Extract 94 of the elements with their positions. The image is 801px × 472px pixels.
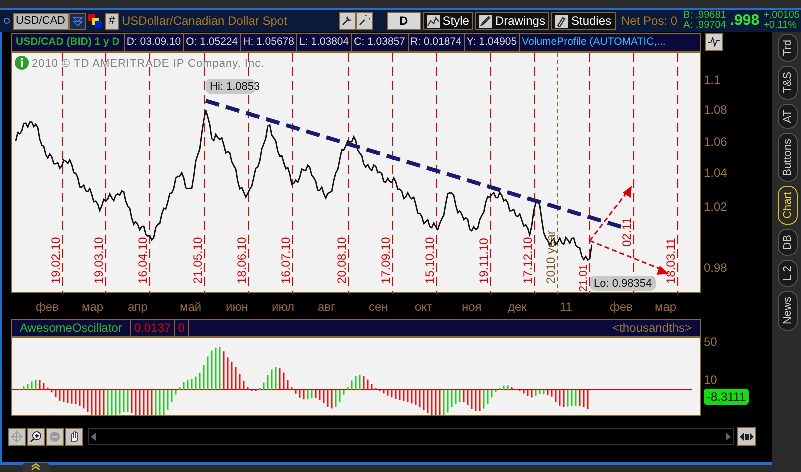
price-axis-label: 1.02 (704, 200, 728, 214)
chevron-up-icon (31, 463, 41, 471)
chart-settings-icon[interactable] (705, 33, 723, 51)
month-label: ноя (462, 299, 482, 316)
wrench-icon[interactable] (338, 12, 356, 30)
scroll-right-icon (726, 432, 731, 440)
oscillator-value-badge: -8.3111 (704, 389, 749, 405)
quote-field: O: 1.05224 (184, 34, 242, 51)
date-marker-label: 15.10.10 (423, 237, 437, 284)
net-position: Net Pos: 0 (622, 13, 678, 30)
month-label: мар (655, 299, 677, 316)
symbol-link-button[interactable]: # (105, 12, 119, 30)
chart-title: USD/CAD (BID) 1 y D (12, 34, 125, 51)
toolbar-button[interactable]: Style (422, 12, 474, 30)
symbol-field[interactable]: USD/CAD (13, 12, 69, 30)
study-value: 0 (175, 320, 189, 336)
date-marker-label: 19.11.10 (477, 238, 491, 284)
date-marker-label: 18.06.10 (235, 237, 249, 284)
date-marker-label: 19.02.10 (49, 237, 63, 284)
quote-field: R: 0.01874 (408, 34, 465, 51)
date-marker-label: 17.12.10 (521, 237, 535, 284)
units-label: <thousandths> (612, 320, 693, 336)
expand-icon[interactable] (737, 427, 756, 446)
collapse-tab[interactable] (22, 463, 50, 472)
info-icon (15, 56, 29, 70)
date-marker-label: 16.04.10 (136, 237, 150, 284)
symbol-description: USDollar/Canadian Dollar Spot (122, 13, 288, 30)
toolbar-tool-icon (426, 14, 440, 28)
quote-field: D: 03.09.10 (124, 34, 184, 51)
pan-hand-icon[interactable] (65, 428, 83, 446)
high-price-label: Hi: 1.0853 (206, 79, 260, 94)
toolbar-button[interactable]: Studies (551, 12, 616, 30)
date-marker-label: 20.08.10 (335, 237, 349, 284)
date-marker-label: 21.01 (578, 264, 590, 292)
date-marker-label: 21.05.10 (191, 237, 205, 284)
month-label: май (180, 299, 202, 316)
toolbar-tool-icon (479, 14, 492, 28)
last-price: .998 (730, 10, 760, 31)
month-label: фев (36, 299, 59, 316)
price-axis-label: 1.06 (704, 135, 728, 149)
side-tab[interactable]: T&S (778, 66, 798, 100)
ask-price: A: .99704 (684, 21, 726, 31)
toolbar-tool-icon (555, 14, 568, 28)
side-tab[interactable]: DB (778, 228, 798, 256)
date-marker-label: 16.07.10 (279, 237, 293, 284)
price-axis-label: 1.04 (704, 166, 728, 180)
price-axis-label: 1.1 (704, 73, 721, 87)
date-marker-label: 02.11 (620, 218, 634, 247)
caret-icon (72, 16, 82, 26)
zoom-in-icon[interactable] (27, 428, 45, 446)
quote-field: L: 1.03804 (297, 34, 352, 51)
crosshair-icon[interactable] (8, 428, 26, 446)
month-label: мар (82, 299, 104, 316)
side-tab[interactable]: Trd (778, 34, 798, 62)
month-label: сен (369, 299, 388, 316)
zoom-out-icon[interactable] (46, 428, 64, 446)
quote-field: C: 1.03857 (352, 34, 408, 51)
oscillator-axis-label: 10 (704, 373, 718, 387)
symbol-dropdown-button[interactable] (69, 12, 86, 30)
year-marker-label: 2010 year (544, 230, 558, 284)
side-tab[interactable]: Buttons (778, 132, 798, 182)
month-label: 11 (560, 299, 572, 316)
copyright-notice: 2010 © TD AMERITRADE IP Company, Inc. (32, 57, 265, 72)
price-change: +.00105 (764, 11, 800, 21)
percent-change: +0.11% (764, 21, 798, 31)
period-button[interactable]: D (386, 12, 421, 30)
month-label: дек (508, 299, 527, 316)
study-name: AwesomeOscillator (12, 320, 132, 336)
month-label: фев (610, 299, 633, 316)
month-label: окт (415, 299, 433, 316)
date-marker-label: 18.03.11 (664, 238, 678, 284)
month-label: авг (318, 299, 336, 316)
side-tab[interactable]: AT (778, 104, 798, 129)
quote-field: H: 1.05678 (241, 34, 298, 51)
color-squares-icon[interactable] (88, 14, 102, 28)
scroll-left-icon (91, 432, 96, 440)
month-label: июл (272, 299, 294, 316)
price-axis-label: 1.08 (704, 103, 728, 117)
side-tab[interactable]: L 2 (778, 260, 798, 288)
low-price-label: Lo: 0.98354 (590, 276, 656, 291)
month-label: апр (128, 299, 148, 316)
side-tab[interactable]: Chart (778, 186, 798, 225)
study-label: VolumeProfile (AUTOMATIC,... (521, 35, 667, 50)
horizontal-scrollbar[interactable] (88, 428, 734, 445)
toolbar-button[interactable]: Drawings (475, 12, 550, 30)
date-marker-label: 17.09.10 (379, 237, 393, 284)
side-tab[interactable]: News (778, 291, 798, 331)
date-marker-label: 19.03.10 (92, 237, 106, 284)
quote-field: Y: 1.04905 (464, 34, 520, 51)
price-axis-label: 0.98 (704, 261, 728, 275)
month-label: июн (226, 299, 248, 316)
bid-price: B: .99681 (684, 11, 726, 21)
study-value: 0.0137 (131, 320, 176, 336)
oscillator-axis-label: 50 (704, 335, 718, 349)
